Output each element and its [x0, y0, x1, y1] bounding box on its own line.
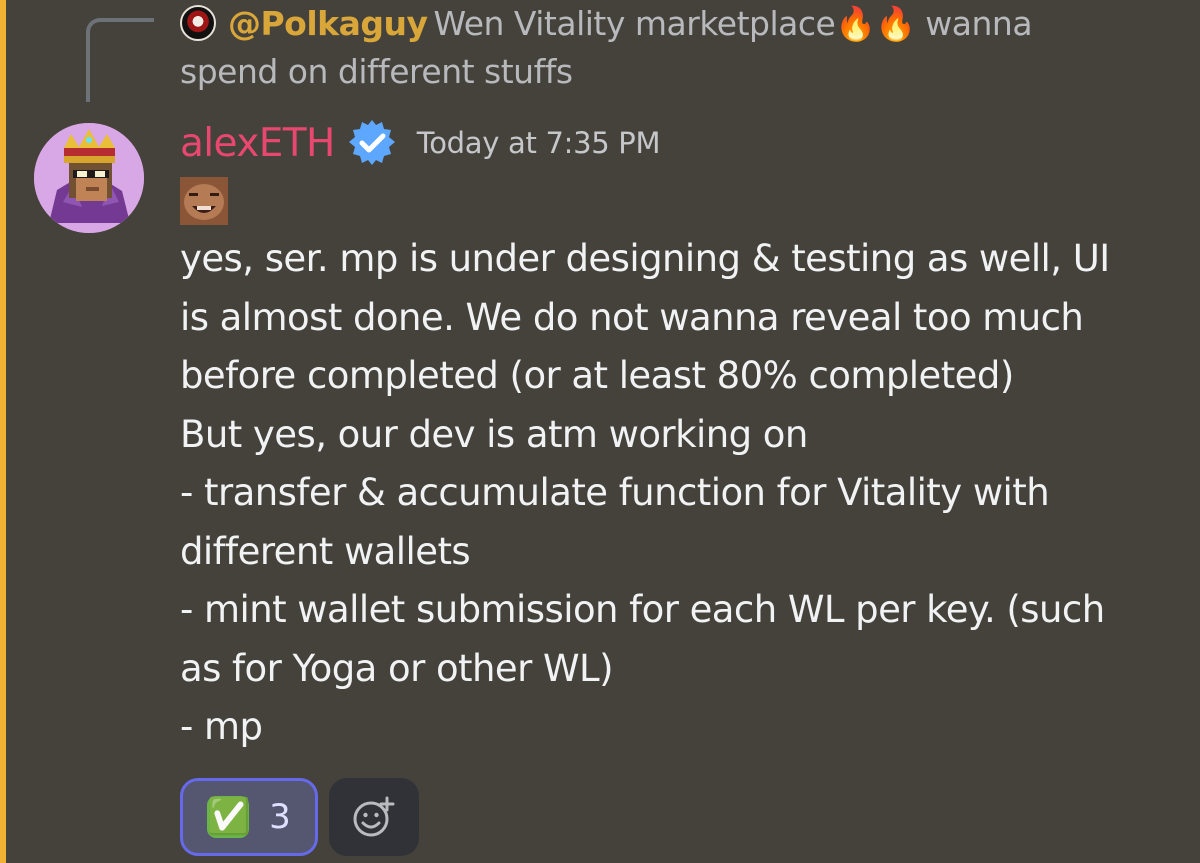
message-line: - mint wallet submission for each WL per…	[180, 588, 1105, 631]
username[interactable]: alexETH	[180, 124, 335, 163]
message-line: - transfer & accumulate function for Vit…	[180, 471, 1050, 514]
check-mark-icon: ✅	[207, 796, 251, 838]
reply-text-after: wanna	[925, 4, 1033, 43]
reply-preview[interactable]: @Polkaguy Wen Vitality marketplace🔥🔥 wann…	[180, 0, 1170, 96]
message-line: But yes, our dev is atm working on	[180, 412, 808, 456]
ape-avatar-icon	[34, 123, 144, 233]
message-header: alexETH Today at 7:35 PM	[180, 112, 661, 174]
laughing-face-icon	[180, 177, 228, 225]
fire-emoji-2: 🔥	[875, 4, 916, 43]
check-reaction-button[interactable]: ✅ 3	[180, 778, 318, 856]
reply-author-avatar[interactable]	[180, 5, 216, 41]
laughing-face-emoji	[180, 177, 228, 225]
reply-text-before: Wen Vitality marketplace	[433, 4, 836, 43]
message-line: is almost done. We do not wanna reveal t…	[180, 295, 1084, 339]
message-line: before completed (or at least 80% comple…	[180, 354, 1014, 397]
add-reaction-button[interactable]	[329, 778, 419, 856]
reaction-count: 3	[269, 797, 291, 837]
message-timestamp[interactable]: Today at 7:35 PM	[417, 126, 661, 160]
message-line: - mp	[180, 705, 263, 748]
add-reaction-smiley-icon	[353, 796, 395, 837]
user-avatar[interactable]	[34, 123, 144, 233]
fire-emoji-1: 🔥	[835, 4, 876, 43]
mention-highlight-bar	[0, 0, 6, 863]
message-line: yes, ser. mp is under designing & testin…	[180, 237, 1110, 280]
verified-badge-icon	[348, 120, 395, 165]
message-line: different wallets	[180, 529, 471, 573]
reply-connector-line	[86, 18, 154, 102]
reply-author-name[interactable]: @Polkaguy	[228, 4, 428, 43]
reply-text-continuation: spend on different stuffs	[180, 52, 573, 91]
message-line: as for Yoga or other WL)	[180, 646, 614, 690]
message-content: yes, ser. mp is under designing & testin…	[180, 230, 1170, 757]
